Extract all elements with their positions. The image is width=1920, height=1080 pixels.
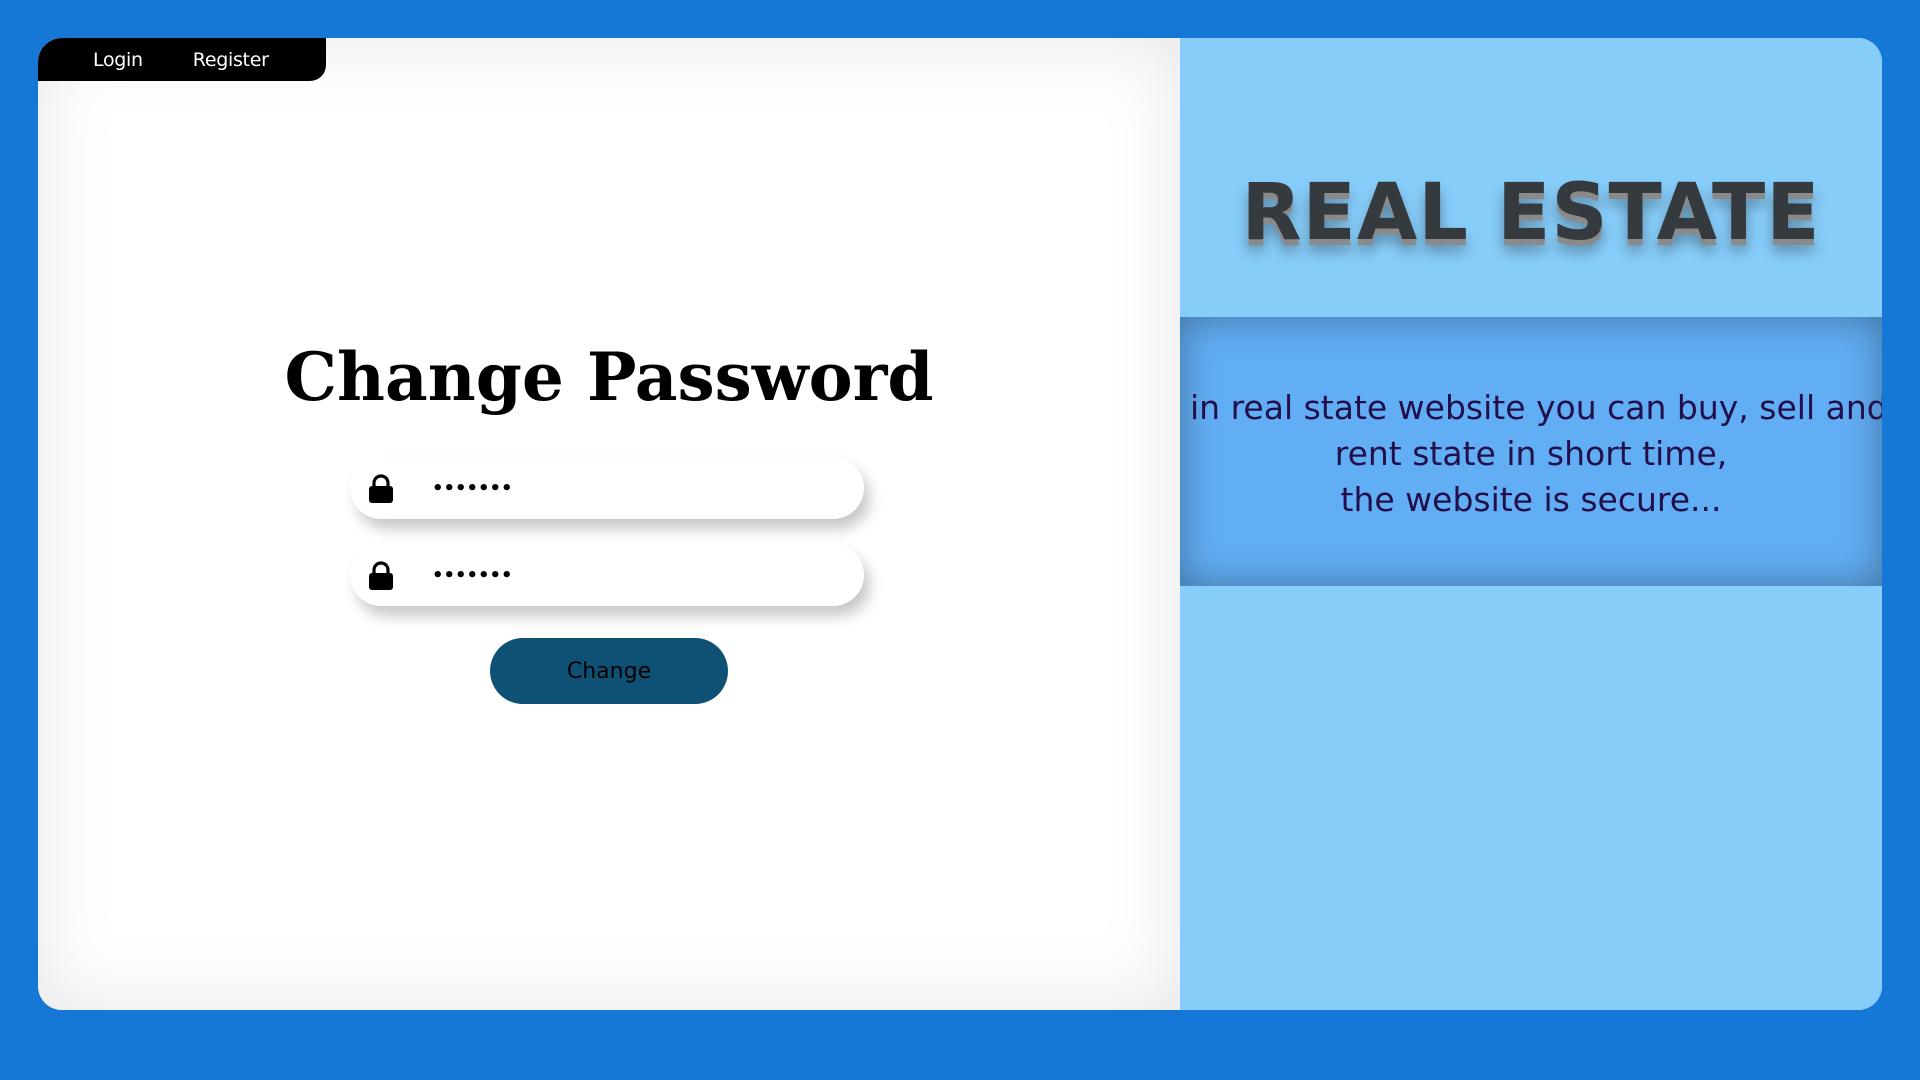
password-field-2[interactable] — [350, 544, 864, 606]
brand-title: REAL ESTATE — [1241, 168, 1821, 258]
register-link[interactable]: Register — [193, 49, 269, 71]
page-title: Change Password — [284, 338, 934, 416]
lock-icon — [369, 474, 393, 503]
login-link[interactable]: Login — [93, 49, 143, 71]
info-panel: REAL ESTATE in real state website you ca… — [1180, 38, 1882, 1010]
description-line: in real state website you can buy, sell … — [1190, 388, 1882, 427]
description-text: in real state website you can buy, sell … — [1190, 385, 1882, 523]
password-field-1[interactable] — [350, 457, 864, 519]
app-frame: Login Register Change Password Change RE… — [38, 38, 1882, 1010]
top-nav: Login Register — [38, 38, 326, 81]
password-input-1[interactable] — [432, 457, 842, 519]
change-button[interactable]: Change — [490, 638, 728, 704]
form-panel: Login Register Change Password Change — [38, 38, 1180, 1010]
password-input-2[interactable] — [432, 544, 842, 606]
lock-icon — [369, 561, 393, 590]
description-line: the website is secure... — [1340, 480, 1722, 519]
description-line: rent state in short time, — [1334, 434, 1728, 473]
description-box: in real state website you can buy, sell … — [1180, 317, 1882, 586]
